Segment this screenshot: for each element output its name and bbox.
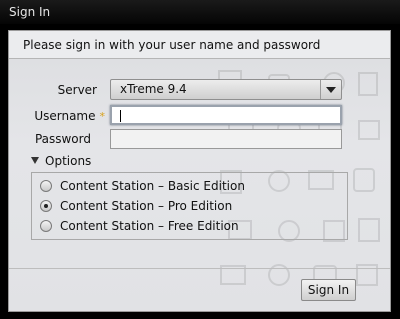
- server-select[interactable]: xTreme 9.4: [110, 79, 342, 100]
- edition-option-label: Content Station – Basic Edition: [60, 179, 245, 193]
- edition-option-basic[interactable]: Content Station – Basic Edition: [40, 177, 245, 195]
- options-toggle[interactable]: Options: [31, 154, 91, 168]
- required-star-icon: *: [99, 110, 106, 123]
- radio-icon[interactable]: [40, 180, 52, 192]
- options-toggle-label: Options: [45, 154, 92, 168]
- username-label: Username: [34, 109, 96, 123]
- window-title: Sign In: [0, 0, 400, 24]
- username-input[interactable]: [110, 105, 342, 125]
- footer-divider: [9, 268, 390, 269]
- edition-option-label: Content Station – Free Edition: [60, 219, 239, 233]
- sign-in-panel: Please sign in with your user name and p…: [8, 30, 391, 312]
- options-expand-icon: [31, 157, 39, 164]
- password-input[interactable]: [110, 129, 342, 149]
- edition-option-pro[interactable]: Content Station – Pro Edition: [40, 197, 232, 215]
- server-dropdown-button[interactable]: [320, 80, 341, 99]
- edition-option-label: Content Station – Pro Edition: [60, 199, 233, 213]
- sign-in-window: Sign In Please sign in with your user na…: [0, 0, 400, 319]
- dropdown-arrow-icon: [326, 87, 336, 93]
- server-label: Server: [57, 83, 97, 97]
- text-caret: [120, 110, 121, 122]
- password-label: Password: [34, 132, 91, 146]
- edition-option-free[interactable]: Content Station – Free Edition: [40, 217, 239, 235]
- radio-icon[interactable]: [40, 200, 52, 212]
- sign-in-button[interactable]: Sign In: [301, 279, 356, 301]
- edition-options-group: Content Station – Basic Edition Content …: [31, 172, 348, 240]
- radio-icon[interactable]: [40, 220, 52, 232]
- server-select-value: xTreme 9.4: [120, 82, 187, 96]
- sign-in-heading: Please sign in with your user name and p…: [9, 31, 390, 59]
- username-label-group: Username *: [21, 109, 105, 123]
